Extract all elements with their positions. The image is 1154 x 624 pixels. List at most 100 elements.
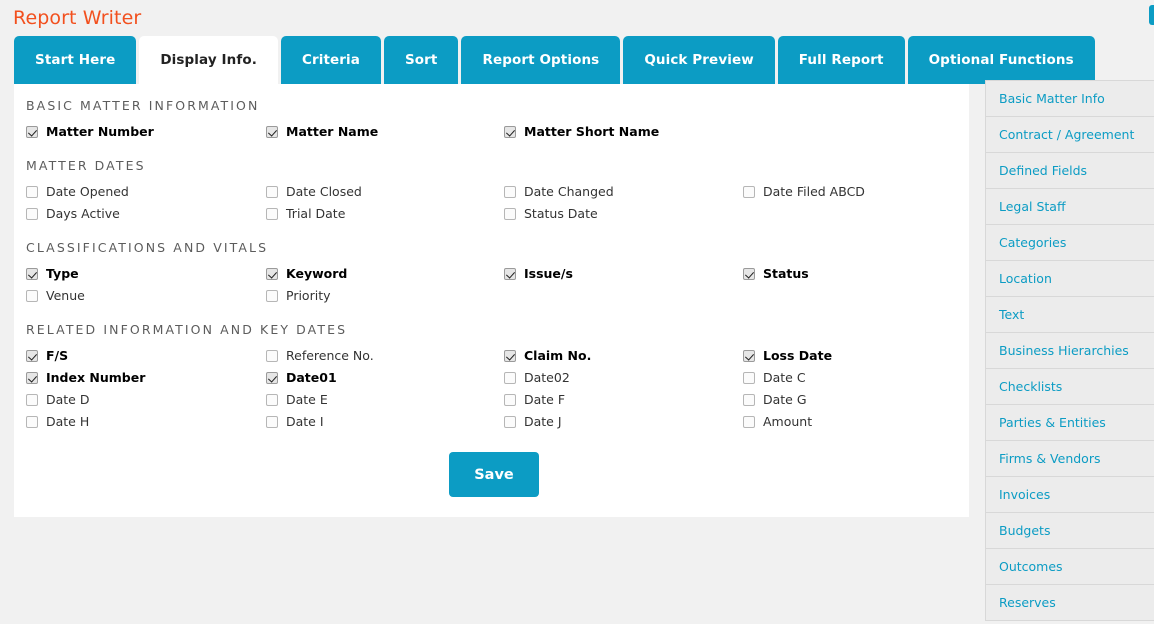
- tab-report-options[interactable]: Report Options: [461, 36, 621, 84]
- tab-quick-preview[interactable]: Quick Preview: [623, 36, 775, 84]
- sidebar-item-text[interactable]: Text: [986, 297, 1154, 333]
- checkbox-label: Days Active: [46, 206, 120, 221]
- checkbox-date02[interactable]: Date02: [504, 370, 570, 385]
- checkbox-icon[interactable]: [26, 185, 38, 198]
- sidebar-item-location[interactable]: Location: [986, 261, 1154, 297]
- checkbox-date-i[interactable]: Date I: [266, 414, 324, 429]
- sidebar-item-invoices[interactable]: Invoices: [986, 477, 1154, 513]
- checkbox-icon[interactable]: [743, 415, 755, 428]
- sidebar-item-firms-vendors[interactable]: Firms & Vendors: [986, 441, 1154, 477]
- checkmark-icon[interactable]: [26, 267, 38, 280]
- checkbox-issue-s[interactable]: Issue/s: [504, 266, 573, 281]
- checkmark-icon[interactable]: [743, 267, 755, 280]
- checkbox-date01[interactable]: Date01: [266, 370, 337, 385]
- checkbox-label: Claim No.: [524, 348, 592, 363]
- edge-widget-icon[interactable]: [1149, 5, 1154, 25]
- checkbox-icon[interactable]: [266, 207, 278, 220]
- checkbox-label: Date Closed: [286, 184, 362, 199]
- checkbox-label: Status Date: [524, 206, 598, 221]
- checkbox-label: Type: [46, 266, 79, 281]
- checkbox-icon[interactable]: [743, 393, 755, 406]
- checkbox-index-number[interactable]: Index Number: [26, 370, 145, 385]
- checkbox-icon[interactable]: [504, 415, 516, 428]
- checkmark-icon[interactable]: [266, 371, 278, 384]
- checkbox-label: Date02: [524, 370, 570, 385]
- sidebar-item-budgets[interactable]: Budgets: [986, 513, 1154, 549]
- checkbox-icon[interactable]: [504, 393, 516, 406]
- checkbox-icon[interactable]: [504, 185, 516, 198]
- sidebar-item-contract-agreement[interactable]: Contract / Agreement: [986, 117, 1154, 153]
- checkbox-label: F/S: [46, 348, 69, 363]
- checkbox-status[interactable]: Status: [743, 266, 809, 281]
- checkbox-date-closed[interactable]: Date Closed: [266, 184, 362, 199]
- checkbox-f-s[interactable]: F/S: [26, 348, 68, 363]
- checkbox-reference-no[interactable]: Reference No.: [266, 348, 374, 363]
- sidebar-item-checklists[interactable]: Checklists: [986, 369, 1154, 405]
- section-header: RELATED INFORMATION AND KEY DATES: [26, 322, 348, 337]
- checkbox-matter-number[interactable]: Matter Number: [26, 124, 154, 139]
- checkmark-icon[interactable]: [504, 267, 516, 280]
- checkbox-icon[interactable]: [266, 393, 278, 406]
- checkbox-icon[interactable]: [26, 207, 38, 220]
- sidebar-item-legal-staff[interactable]: Legal Staff: [986, 189, 1154, 225]
- checkbox-date-c[interactable]: Date C: [743, 370, 806, 385]
- checkbox-date-g[interactable]: Date G: [743, 392, 807, 407]
- checkbox-icon[interactable]: [26, 289, 38, 302]
- checkbox-priority[interactable]: Priority: [266, 288, 331, 303]
- tab-start-here[interactable]: Start Here: [14, 36, 137, 84]
- checkmark-icon[interactable]: [26, 371, 38, 384]
- checkbox-label: Matter Name: [286, 124, 379, 139]
- checkbox-date-j[interactable]: Date J: [504, 414, 562, 429]
- checkbox-icon[interactable]: [26, 415, 38, 428]
- checkbox-date-changed[interactable]: Date Changed: [504, 184, 614, 199]
- checkmark-icon[interactable]: [504, 125, 516, 138]
- checkmark-icon[interactable]: [26, 125, 38, 138]
- sidebar-item-parties-entities[interactable]: Parties & Entities: [986, 405, 1154, 441]
- checkbox-date-opened[interactable]: Date Opened: [26, 184, 129, 199]
- checkbox-icon[interactable]: [26, 393, 38, 406]
- checkbox-date-f[interactable]: Date F: [504, 392, 565, 407]
- tab-sort[interactable]: Sort: [383, 36, 459, 84]
- checkbox-keyword[interactable]: Keyword: [266, 266, 347, 281]
- checkbox-icon[interactable]: [743, 371, 755, 384]
- checkbox-days-active[interactable]: Days Active: [26, 206, 120, 221]
- checkbox-icon[interactable]: [266, 415, 278, 428]
- checkbox-matter-short-name[interactable]: Matter Short Name: [504, 124, 659, 139]
- checkbox-date-filed-abcd[interactable]: Date Filed ABCD: [743, 184, 865, 199]
- checkbox-date-d[interactable]: Date D: [26, 392, 89, 407]
- checkmark-icon[interactable]: [266, 267, 278, 280]
- tab-optional-functions[interactable]: Optional Functions: [907, 36, 1095, 84]
- checkmark-icon[interactable]: [26, 349, 38, 362]
- checkbox-venue[interactable]: Venue: [26, 288, 85, 303]
- checkbox-trial-date[interactable]: Trial Date: [266, 206, 345, 221]
- checkbox-loss-date[interactable]: Loss Date: [743, 348, 832, 363]
- sidebar-item-business-hierarchies[interactable]: Business Hierarchies: [986, 333, 1154, 369]
- checkbox-icon[interactable]: [743, 185, 755, 198]
- checkbox-matter-name[interactable]: Matter Name: [266, 124, 378, 139]
- checkbox-icon[interactable]: [504, 371, 516, 384]
- checkbox-icon[interactable]: [266, 349, 278, 362]
- tab-criteria[interactable]: Criteria: [280, 36, 381, 84]
- checkbox-date-h[interactable]: Date H: [26, 414, 89, 429]
- sidebar-item-defined-fields[interactable]: Defined Fields: [986, 153, 1154, 189]
- checkbox-date-e[interactable]: Date E: [266, 392, 328, 407]
- checkmark-icon[interactable]: [266, 125, 278, 138]
- checkbox-icon[interactable]: [266, 289, 278, 302]
- tab-display-info[interactable]: Display Info.: [139, 36, 278, 84]
- sidebar-item-reserves[interactable]: Reserves: [986, 585, 1154, 621]
- checkbox-type[interactable]: Type: [26, 266, 79, 281]
- checkbox-amount[interactable]: Amount: [743, 414, 812, 429]
- checkbox-icon[interactable]: [504, 207, 516, 220]
- save-button[interactable]: Save: [449, 452, 539, 497]
- checkbox-status-date[interactable]: Status Date: [504, 206, 598, 221]
- sidebar-item-basic-matter-info[interactable]: Basic Matter Info: [986, 81, 1154, 117]
- checkmark-icon[interactable]: [743, 349, 755, 362]
- checkbox-label: Matter Short Name: [524, 124, 660, 139]
- sidebar-item-outcomes[interactable]: Outcomes: [986, 549, 1154, 585]
- checkbox-icon[interactable]: [266, 185, 278, 198]
- tab-full-report[interactable]: Full Report: [777, 36, 905, 84]
- checkmark-icon[interactable]: [504, 349, 516, 362]
- checkbox-claim-no[interactable]: Claim No.: [504, 348, 591, 363]
- sidebar-item-categories[interactable]: Categories: [986, 225, 1154, 261]
- checkbox-label: Venue: [46, 288, 85, 303]
